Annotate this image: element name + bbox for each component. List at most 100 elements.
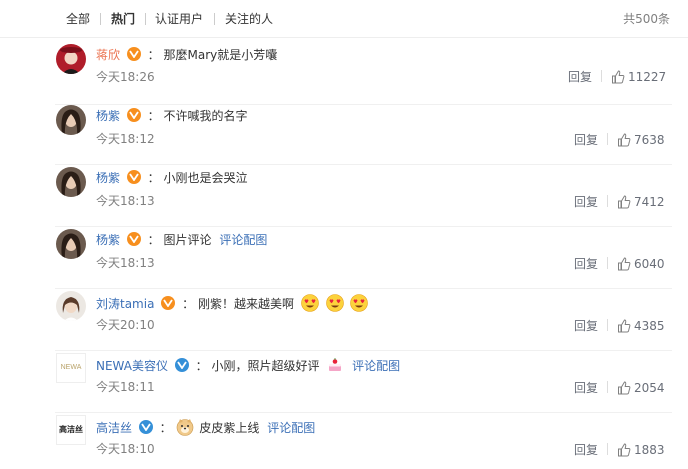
comment-item: NEWA NEWA美容仪 ： 小刚，照片超级好评 评论配图 今天18:11 回复… [0,348,688,413]
v-badge-icon [126,170,141,184]
comment-content: 刘涛tamia ： 刚紫！越来越美啊 [96,294,369,312]
like-count: 1883 [634,443,665,457]
comment-panel: 全部 热门 认证用户 关注的人 共500条 蒋欣 ： 那麼Mary就是小芳囔 今… [0,0,688,469]
like-button[interactable]: 2054 [617,380,665,396]
username[interactable]: 蒋欣 [96,48,120,62]
comment-text: 图片评论 [163,233,212,247]
comment-item: 杨紫 ： 图片评论 评论配图 今天18:13 回复 6040 [0,224,688,289]
image-comment-link[interactable]: 评论配图 [267,421,315,435]
reply-button[interactable]: 回复 [568,70,592,84]
username[interactable]: 刘涛tamia [96,297,154,311]
comment-content: 杨紫 ： 不许喊我的名字 [96,108,248,123]
like-button[interactable]: 6040 [617,256,665,272]
comment-time: 今天18:13 [96,256,155,270]
tab-divider [145,13,146,25]
avatar[interactable] [56,44,86,74]
reply-button[interactable]: 回复 [574,257,598,271]
comment-text: 不许喊我的名字 [163,109,248,123]
like-count: 4385 [634,319,665,333]
doge-emoji [176,419,193,436]
comment-time: 今天18:10 [96,442,155,456]
thumbs-up-icon [618,381,631,395]
action-divider [607,257,608,269]
comment-text: 小刚也是会哭泣 [163,171,248,185]
like-count: 7638 [634,133,665,147]
comment-item: 杨紫 ： 小刚也是会哭泣 今天18:13 回复 7412 [0,162,688,227]
comment-time: 今天18:13 [96,194,155,208]
avatar-brand-text: 高洁丝 [59,425,83,434]
reply-button[interactable]: 回复 [574,443,598,457]
like-count: 2054 [634,381,665,395]
avatar[interactable] [56,167,86,197]
comment-text: 皮皮紫上线 [199,421,260,435]
comment-item: 高洁丝 高洁丝 ： 皮皮紫上线 评论配图 今天18:10 回复 1883 [0,410,688,469]
v-badge-icon [138,420,153,434]
heart-eyes-emoji [350,294,369,312]
total-comment-count: 共500条 [623,12,670,26]
comment-content: 杨紫 ： 图片评论 评论配图 [96,232,268,247]
comment-content: NEWA美容仪 ： 小刚，照片超级好评 评论配图 [96,356,400,374]
reply-button[interactable]: 回复 [574,133,598,147]
avatar[interactable]: 高洁丝 [56,415,86,445]
comment-time: 今天20:10 [96,318,155,332]
comment-item: 刘涛tamia ： 刚紫！越来越美啊 今天20:10 回复 4385 [0,286,688,351]
comment-time: 今天18:11 [96,380,155,394]
avatar[interactable] [56,229,86,259]
reply-button[interactable]: 回复 [574,319,598,333]
reply-button[interactable]: 回复 [574,381,598,395]
username[interactable]: 杨紫 [96,233,120,247]
action-divider [607,195,608,207]
v-badge-icon [126,108,141,122]
tab-verified-users[interactable]: 认证用户 [155,12,203,26]
like-count: 6040 [634,257,665,271]
thumbs-up-icon [618,195,631,209]
avatar[interactable] [56,291,86,321]
comment-text: 那麼Mary就是小芳囔 [163,48,278,62]
tab-divider [100,13,101,25]
action-divider [607,443,608,455]
thumbs-up-icon [618,133,631,147]
avatar[interactable]: NEWA [56,353,86,383]
like-count: 7412 [634,195,665,209]
like-button[interactable]: 1883 [617,442,665,458]
like-count: 11227 [628,70,667,84]
comment-time: 今天18:26 [96,70,155,84]
tab-all[interactable]: 全部 [66,12,90,26]
filter-bar: 全部 热门 认证用户 关注的人 共500条 [0,0,688,38]
tab-following[interactable]: 关注的人 [225,12,273,26]
image-comment-link[interactable]: 评论配图 [219,233,267,247]
action-divider [607,319,608,331]
comment-time: 今天18:12 [96,132,155,146]
action-divider [607,133,608,145]
like-button[interactable]: 7412 [617,194,665,210]
reply-button[interactable]: 回复 [574,195,598,209]
comment-item: 杨紫 ： 不许喊我的名字 今天18:12 回复 7638 [0,100,688,165]
v-badge-icon [174,358,189,372]
username[interactable]: 高洁丝 [96,421,132,435]
thumbs-up-icon [618,319,631,333]
username[interactable]: NEWA美容仪 [96,359,168,373]
thumbs-up-icon [618,257,631,271]
like-button[interactable]: 11227 [611,69,666,85]
thumbs-up-icon [618,443,631,457]
heart-eyes-emoji [300,294,319,312]
v-badge-icon [126,47,141,61]
avatar-brand-text: NEWA [60,364,82,371]
v-badge-icon [126,232,141,246]
comment-text: 刚紫！越来越美啊 [197,297,294,311]
tab-hot[interactable]: 热门 [111,12,135,26]
username[interactable]: 杨紫 [96,109,120,123]
comment-item: 蒋欣 ： 那麼Mary就是小芳囔 今天18:26 回复 11227 [0,39,688,105]
comment-content: 杨紫 ： 小刚也是会哭泣 [96,170,248,185]
thumbs-up-icon [612,70,625,84]
username[interactable]: 杨紫 [96,171,120,185]
like-button[interactable]: 7638 [617,132,665,148]
comment-content: 蒋欣 ： 那麼Mary就是小芳囔 [96,47,278,62]
like-button[interactable]: 4385 [617,318,665,334]
avatar[interactable] [56,105,86,135]
image-comment-link[interactable]: 评论配图 [352,359,400,373]
action-divider [607,381,608,393]
heart-eyes-emoji [325,294,344,312]
v-badge-icon [161,296,176,310]
action-divider [601,70,602,82]
